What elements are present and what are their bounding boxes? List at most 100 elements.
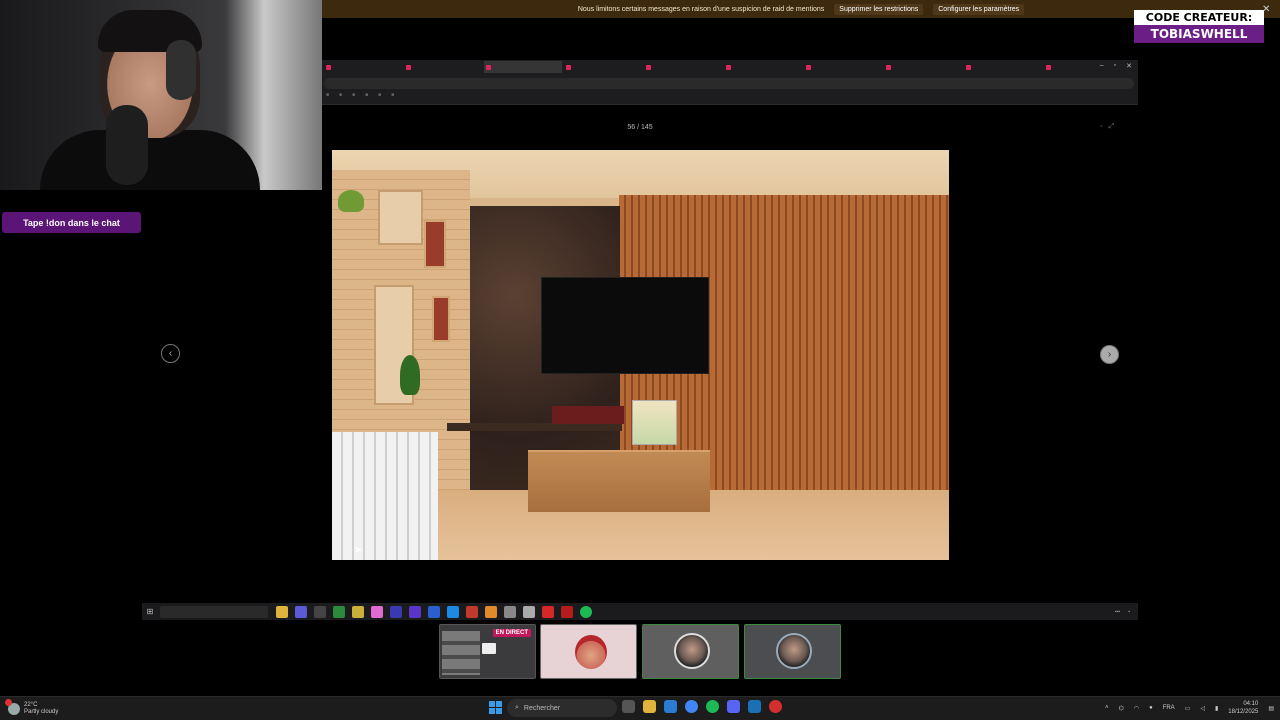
browser-tab[interactable] (884, 61, 962, 73)
discord-icon[interactable] (727, 700, 740, 713)
inner-system-tray: ▪▪▪ ▪ (1115, 609, 1138, 615)
screen-share-tile[interactable]: EN DIRECT (439, 624, 536, 679)
browser-tab[interactable] (804, 61, 882, 73)
inner-tray-icon[interactable]: ▪▪▪ (1115, 609, 1120, 615)
weather-icon (5, 698, 20, 715)
app-icon[interactable] (561, 605, 573, 618)
browser-tab[interactable] (644, 61, 722, 73)
network-icon[interactable]: ⌬ (1119, 705, 1124, 712)
file-explorer-icon[interactable] (643, 700, 656, 713)
app-icon[interactable] (542, 605, 554, 618)
participant-tile[interactable] (744, 624, 841, 679)
bookmark[interactable] (352, 92, 355, 98)
photo-radiator (332, 432, 438, 560)
app-icon[interactable] (447, 605, 459, 618)
bookmark[interactable] (378, 92, 381, 98)
minimize-icon[interactable]: – (1100, 62, 1104, 70)
photo-niche (378, 190, 423, 245)
maximize-icon[interactable]: ▫ (1114, 62, 1116, 70)
app-icon[interactable] (314, 605, 326, 618)
bookmark[interactable] (326, 92, 329, 98)
inner-taskbar-apps (276, 605, 592, 618)
app-icon[interactable] (333, 605, 345, 618)
address-bar[interactable] (324, 78, 1134, 89)
steam-icon[interactable] (748, 700, 761, 713)
live-badge: EN DIRECT (492, 629, 531, 637)
browser-tab[interactable] (324, 61, 402, 73)
chrome-icon[interactable] (685, 700, 698, 713)
notifications-icon[interactable]: ▤ (1268, 705, 1274, 712)
app-icon[interactable] (466, 605, 478, 618)
premiere-icon[interactable] (409, 605, 421, 618)
photo-plant (400, 355, 420, 395)
chevron-up-icon[interactable]: ˄ (1105, 705, 1109, 711)
microphone-icon[interactable]: ● (1149, 705, 1153, 711)
clock[interactable]: 04:10 18/12/2025 (1228, 700, 1258, 716)
remove-restrictions-button[interactable]: Supprimer les restrictions (834, 3, 924, 15)
participant-tile[interactable] (540, 624, 637, 679)
app-icon[interactable] (485, 605, 497, 618)
app-icon[interactable] (769, 700, 782, 713)
app-icon[interactable] (523, 605, 535, 618)
next-arrow-icon[interactable]: › (1100, 345, 1119, 364)
taskbar-apps (622, 700, 782, 713)
app-icon[interactable] (504, 605, 516, 618)
browser-tab-strip (322, 60, 1138, 74)
weather-temperature: 22°C (24, 701, 38, 708)
photo-toy (632, 400, 677, 445)
browser-tab[interactable] (404, 61, 482, 73)
photo-artwork (424, 220, 446, 268)
participant-tile[interactable] (642, 624, 739, 679)
window-close-icon[interactable]: ✕ (1126, 62, 1132, 70)
browser-tab[interactable] (564, 61, 642, 73)
inner-search-box[interactable] (160, 605, 268, 618)
avatar (575, 635, 607, 669)
bookmark[interactable] (339, 92, 342, 98)
app-icon[interactable] (295, 605, 307, 618)
language-indicator[interactable]: FRA (1163, 705, 1175, 711)
bookmarks-bar (322, 89, 1138, 101)
bookmark[interactable] (391, 92, 394, 98)
search-icon: ⌕ (515, 704, 519, 711)
bookmark[interactable] (365, 92, 368, 98)
expand-icon[interactable]: ⤢ (1108, 123, 1120, 130)
store-icon[interactable] (664, 700, 677, 713)
task-view-icon[interactable] (622, 700, 635, 713)
app-icon[interactable] (371, 605, 383, 618)
mouse-cursor-icon: ➤ (354, 545, 363, 556)
photo-shelf (447, 423, 622, 431)
chrome-icon[interactable] (352, 605, 364, 618)
clock-date: 18/12/2025 (1228, 709, 1259, 715)
window-controls: – ▫ ✕ (1100, 62, 1132, 70)
windows-start-icon[interactable] (489, 701, 502, 714)
image-counter: 56 / 145 (627, 124, 653, 131)
clock-time: 04:10 (1243, 701, 1259, 707)
avatar (674, 633, 710, 669)
inner-clock: ▪ (1128, 608, 1130, 615)
after-effects-icon[interactable] (390, 605, 402, 618)
browser-tab[interactable] (964, 61, 1042, 73)
taskbar-search-box[interactable]: ⌕ Rechercher (507, 699, 617, 717)
shared-screen-taskbar: ⊞ ▪▪▪ ▪ (142, 603, 1138, 620)
photo-plant (338, 190, 364, 212)
weather-condition: Partly cloudy (24, 708, 59, 715)
wifi-icon[interactable]: ◠ (1134, 705, 1139, 712)
gallery-toolbar: ◦⤢ (1100, 123, 1120, 131)
photoshop-icon[interactable] (428, 605, 440, 618)
headset (166, 40, 196, 100)
avatar (776, 633, 812, 669)
spotify-icon[interactable] (706, 700, 719, 713)
system-tray: ˄ ⌬ ◠ ● FRA ▭ ◁ ▮ 04:10 18/12/2025 ▤ (1105, 697, 1274, 719)
volume-icon[interactable]: ◁ (1200, 705, 1205, 712)
browser-tab[interactable] (724, 61, 802, 73)
inner-start-icon[interactable]: ⊞ (142, 607, 158, 616)
browser-tab-active[interactable] (484, 61, 562, 73)
close-icon[interactable]: ✕ (1262, 4, 1270, 15)
battery-icon[interactable]: ▮ (1215, 705, 1218, 712)
folder-icon[interactable] (276, 605, 288, 618)
spotify-icon[interactable] (580, 605, 592, 618)
configure-settings-button[interactable]: Configurer les paramètres (933, 3, 1025, 15)
prev-arrow-icon[interactable]: ‹ (161, 344, 180, 363)
weather-widget[interactable]: 22°C Partly cloudy (0, 698, 300, 716)
display-icon[interactable]: ▭ (1185, 705, 1191, 712)
